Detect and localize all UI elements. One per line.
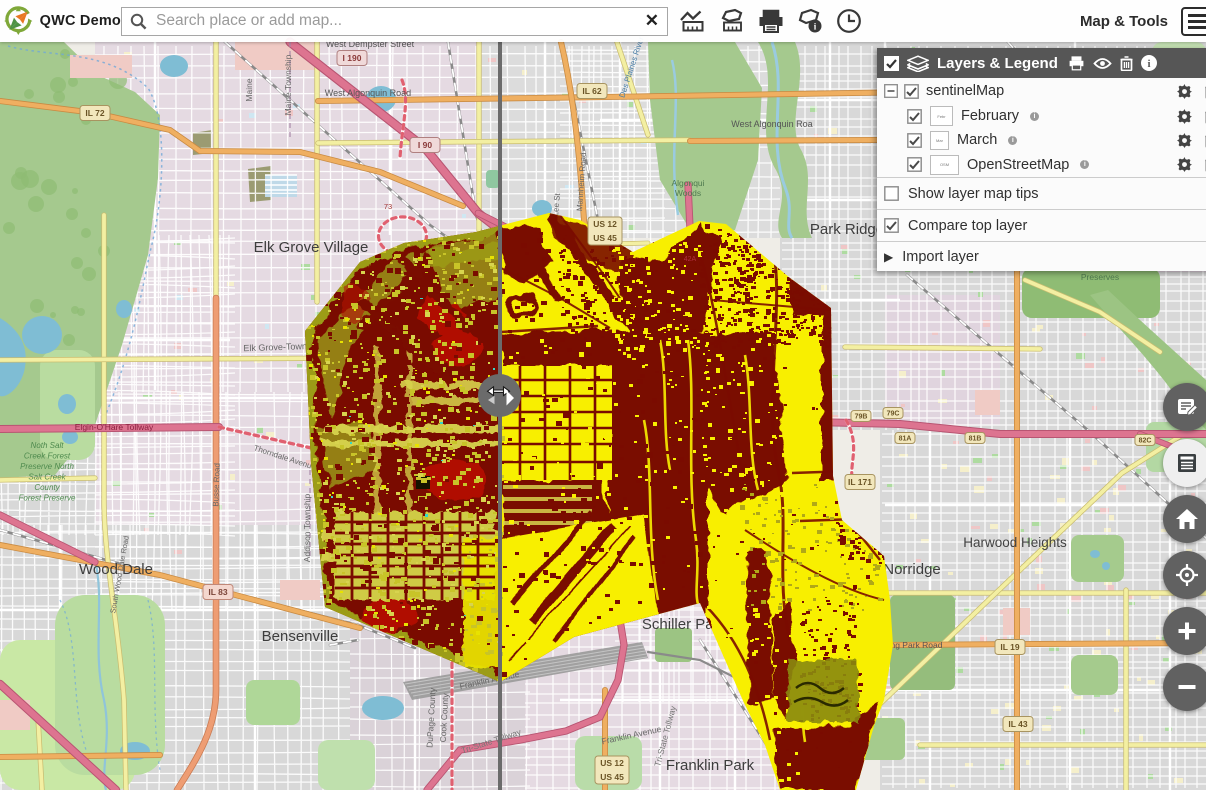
svg-text:81B: 81B <box>969 436 982 443</box>
svg-text:Algonqui: Algonqui <box>671 178 704 188</box>
svg-text:Maine Township: Maine Township <box>283 54 293 115</box>
svg-text:Elk Grove Village: Elk Grove Village <box>254 239 369 256</box>
svg-text:81A: 81A <box>899 436 912 443</box>
svg-text:IL 19: IL 19 <box>1000 642 1019 652</box>
svg-text:West Algonquin Road: West Algonquin Road <box>325 88 411 98</box>
svg-text:79C: 79C <box>887 411 900 418</box>
svg-text:IL 43: IL 43 <box>1008 719 1027 729</box>
svg-text:Woods: Woods <box>675 188 701 198</box>
svg-text:79B: 79B <box>855 414 868 421</box>
svg-text:County: County <box>34 483 60 492</box>
svg-text:i: i <box>1147 58 1150 70</box>
svg-text:42A: 42A <box>684 256 697 263</box>
svg-text:IL 171: IL 171 <box>848 477 872 487</box>
svg-text:Bensenville: Bensenville <box>262 628 339 645</box>
svg-text:Norridge: Norridge <box>883 561 941 578</box>
svg-text:Addison Township: Addison Township <box>302 494 312 563</box>
svg-text:Salt Creek: Salt Creek <box>28 473 66 482</box>
svg-text:Preserve North: Preserve North <box>20 462 74 471</box>
svg-text:82C: 82C <box>1139 438 1152 445</box>
svg-text:Forest Preserve: Forest Preserve <box>19 494 76 503</box>
svg-text:US 12: US 12 <box>593 219 617 229</box>
svg-text:Harwood Heights: Harwood Heights <box>963 535 1067 550</box>
svg-text:US 45: US 45 <box>593 233 617 243</box>
svg-text:Busse Road: Busse Road <box>211 463 222 507</box>
svg-text:73: 73 <box>384 202 392 211</box>
svg-text:Creek Forest: Creek Forest <box>24 452 71 461</box>
svg-text:IL 72: IL 72 <box>85 108 104 118</box>
svg-text:Noth Salt: Noth Salt <box>31 441 65 450</box>
svg-text:Park Ridge: Park Ridge <box>810 221 884 238</box>
svg-text:US 12: US 12 <box>600 758 624 768</box>
svg-text:US 45: US 45 <box>600 772 624 782</box>
svg-text:I 90: I 90 <box>418 140 432 150</box>
svg-text:IL 62: IL 62 <box>582 86 601 96</box>
svg-text:Franklin Park: Franklin Park <box>666 757 755 774</box>
svg-text:Maine: Maine <box>244 78 254 101</box>
svg-text:Preserves: Preserves <box>1081 272 1119 282</box>
svg-text:Elgin-O'Hare Tollway: Elgin-O'Hare Tollway <box>75 422 154 432</box>
svg-text:IL 83: IL 83 <box>208 587 227 597</box>
svg-text:I 190: I 190 <box>343 53 362 63</box>
svg-text:West Algonquin Roa: West Algonquin Roa <box>731 119 812 129</box>
